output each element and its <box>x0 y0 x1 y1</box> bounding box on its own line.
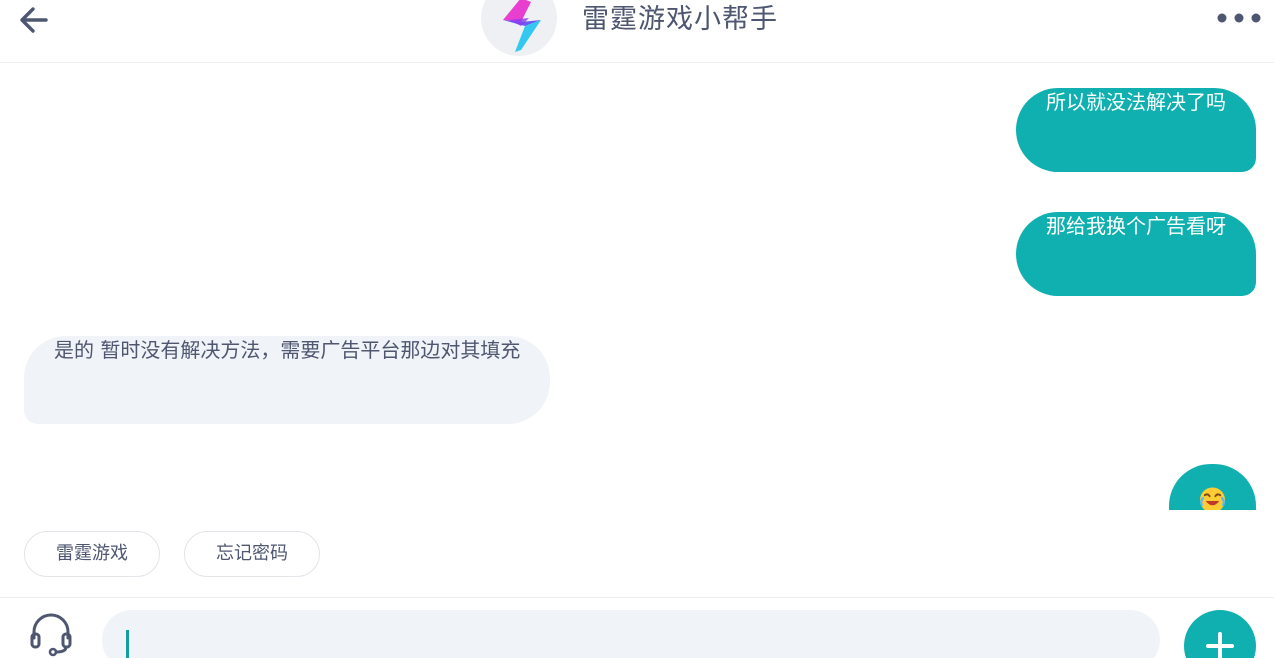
message-input[interactable] <box>102 610 1160 658</box>
customer-service-button[interactable] <box>28 612 74 658</box>
quick-reply-chip[interactable]: 忘记密码 <box>184 531 320 577</box>
more-options-button[interactable] <box>1214 8 1262 28</box>
input-bar <box>0 597 1274 658</box>
more-dots-icon <box>1217 13 1261 23</box>
message-bubble-user[interactable]: 那给我换个广告看呀 <box>1016 212 1256 296</box>
plus-icon <box>1206 632 1234 658</box>
chat-page: 雷霆游戏小帮手 所以就没法解决了吗 那给我换个广告看呀 是的 暂时没有解决方法，… <box>0 0 1274 658</box>
add-attachment-button[interactable] <box>1184 610 1256 658</box>
lightning-logo-icon <box>503 0 541 52</box>
page-title: 雷霆游戏小帮手 <box>582 4 778 35</box>
message-bubble-assistant[interactable]: 是的 暂时没有解决方法，需要广告平台那边对其填充 <box>24 336 551 424</box>
header-bar: 雷霆游戏小帮手 <box>0 0 1274 63</box>
arrow-left-icon <box>20 7 48 33</box>
message-bubble-user[interactable]: 所以就没法解决了吗 <box>1016 88 1256 172</box>
back-button[interactable] <box>16 2 52 38</box>
text-caret <box>126 630 129 658</box>
message-bubble-user-emoji[interactable] <box>1169 464 1256 510</box>
laughing-crying-emoji-icon <box>1199 487 1226 510</box>
assistant-avatar <box>481 0 557 56</box>
quick-reply-chip[interactable]: 雷霆游戏 <box>24 531 160 577</box>
message-list[interactable]: 所以就没法解决了吗 那给我换个广告看呀 是的 暂时没有解决方法，需要广告平台那边… <box>0 63 1274 510</box>
headset-icon <box>30 613 72 657</box>
